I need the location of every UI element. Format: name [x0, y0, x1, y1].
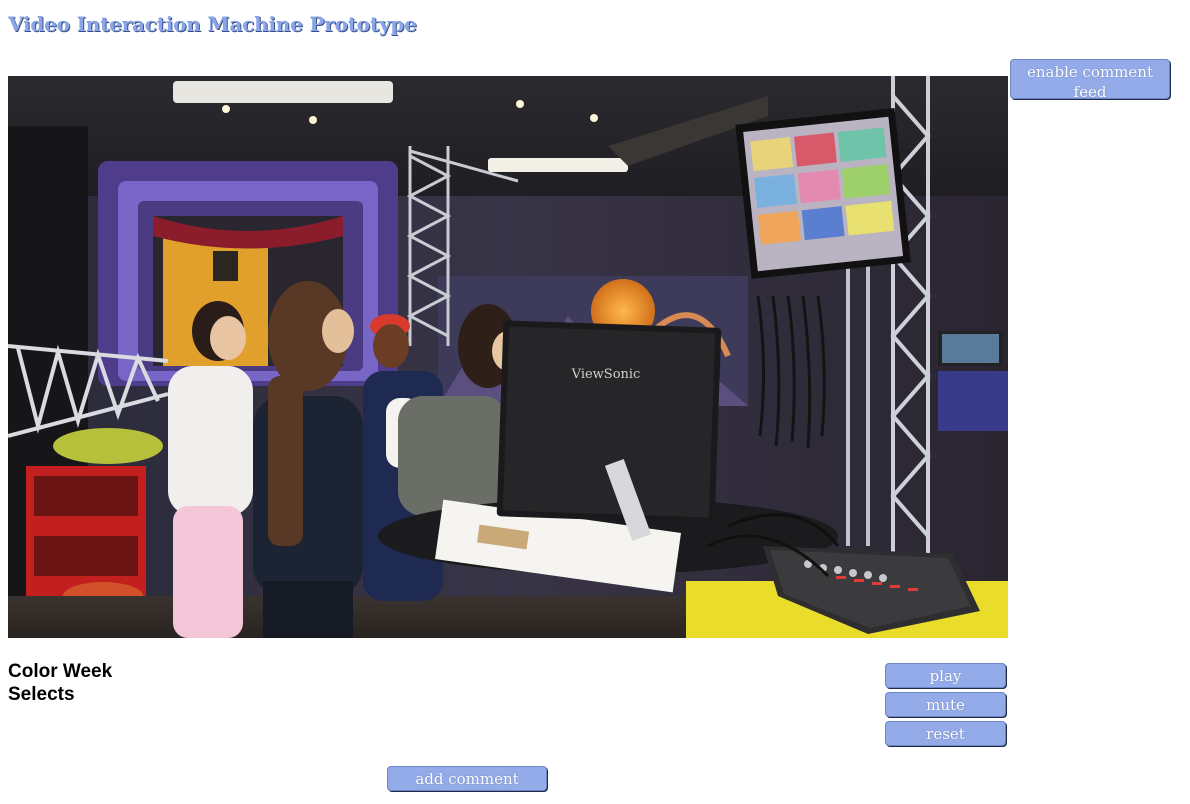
mute-button[interactable]: mute — [885, 692, 1006, 717]
video-frame: ViewSonic — [8, 76, 1008, 638]
video-player[interactable]: ViewSonic — [8, 76, 1008, 638]
add-comment-button[interactable]: add comment — [387, 766, 547, 791]
play-button[interactable]: play — [885, 663, 1006, 688]
video-title: Color Week Selects — [8, 661, 113, 705]
reset-button[interactable]: reset — [885, 721, 1006, 746]
monitor-brand: ViewSonic — [571, 367, 641, 382]
enable-comment-feed-button[interactable]: enable comment feed — [1010, 59, 1170, 99]
page-title: Video Interaction Machine Prototype — [8, 12, 417, 36]
